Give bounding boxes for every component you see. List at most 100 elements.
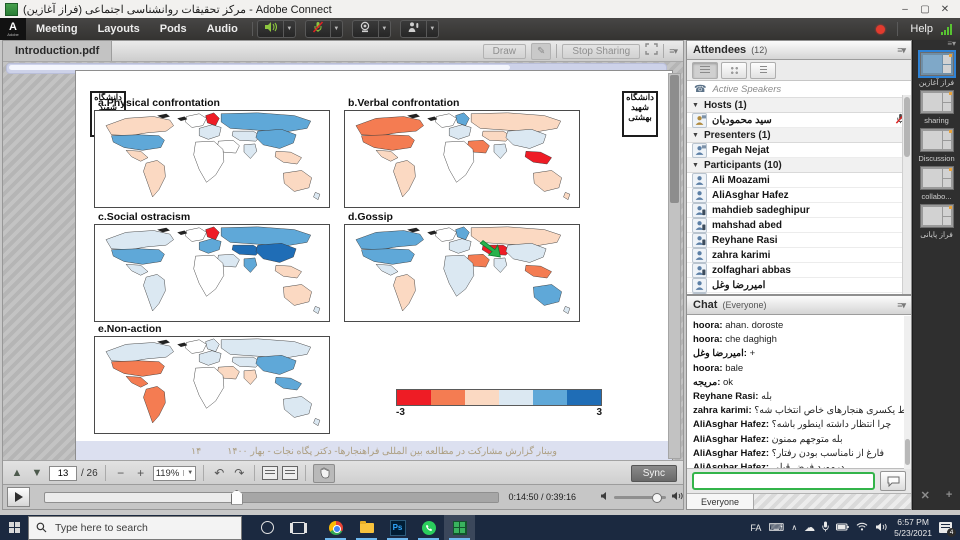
- taskbar-search[interactable]: [28, 516, 242, 540]
- chat-tab-everyone[interactable]: Everyone: [687, 494, 754, 509]
- previous-page-button[interactable]: ▲: [9, 467, 25, 479]
- speaker-tray-icon[interactable]: [875, 522, 887, 534]
- draw-button[interactable]: Draw: [483, 44, 526, 59]
- attendee-row[interactable]: Pegah Nejat: [687, 143, 911, 158]
- playback-slider[interactable]: [44, 492, 499, 503]
- status-dropdown[interactable]: ▼: [427, 20, 439, 38]
- stop-sharing-button[interactable]: Stop Sharing: [562, 44, 640, 59]
- layouts-strip-menu-icon[interactable]: ≡▾: [947, 39, 956, 48]
- attendee-row[interactable]: zahra karimi: [687, 248, 911, 263]
- fit-width-icon[interactable]: [282, 466, 298, 480]
- whatsapp-icon[interactable]: [413, 515, 444, 540]
- slide-page-number: ۱۴: [191, 446, 201, 457]
- pen-icon[interactable]: ✎: [531, 43, 551, 60]
- attendee-status-view-button[interactable]: [750, 62, 776, 79]
- attendee-row[interactable]: mahdieb sadeghipur: [687, 203, 911, 218]
- active-speakers-row[interactable]: ☎ Active Speakers: [687, 81, 911, 98]
- tray-expand-icon[interactable]: ∧: [791, 523, 797, 532]
- chat-pod-menu-icon[interactable]: ≡▾: [897, 300, 905, 311]
- send-message-button[interactable]: [880, 471, 906, 491]
- battery-icon[interactable]: [836, 523, 849, 533]
- microphone-muted-icon: [312, 20, 324, 38]
- share-pod-menu-icon[interactable]: ≡▾: [669, 46, 677, 57]
- rotate-right-icon[interactable]: ↷: [231, 466, 247, 480]
- next-page-button[interactable]: ▼: [29, 467, 45, 479]
- screen: مرکز تحقیقات روانشناسی اجتماعی (فراز آغا…: [0, 0, 960, 540]
- pan-tool-icon[interactable]: [313, 464, 335, 483]
- chrome-icon[interactable]: [320, 515, 351, 540]
- menu-meeting[interactable]: Meeting: [26, 23, 88, 35]
- attendee-row[interactable]: مریجه: [687, 293, 911, 294]
- attendee-row[interactable]: mahshad abed: [687, 218, 911, 233]
- zoom-out-button[interactable]: −: [113, 466, 129, 480]
- search-input[interactable]: [53, 521, 217, 535]
- maximize-button[interactable]: ▢: [915, 4, 935, 15]
- photoshop-icon[interactable]: Ps: [382, 515, 413, 540]
- page-number-input[interactable]: [49, 466, 77, 481]
- webcam-control[interactable]: ▼: [352, 20, 391, 38]
- volume-high-icon[interactable]: [671, 488, 683, 506]
- fullscreen-icon[interactable]: [645, 42, 658, 60]
- onedrive-icon[interactable]: ☁: [804, 521, 815, 534]
- task-view-button[interactable]: [283, 515, 314, 540]
- zoom-level-select[interactable]: 119%▼: [153, 466, 197, 481]
- adobe-connect-taskbar-icon[interactable]: [444, 515, 475, 540]
- document-tab[interactable]: Introduction.pdf: [3, 41, 112, 61]
- menu-layouts[interactable]: Layouts: [88, 23, 150, 35]
- speaker-control[interactable]: ▼: [257, 20, 296, 38]
- layout-thumbnail-item[interactable]: sharing: [917, 90, 957, 125]
- attendees-scrollbar[interactable]: [902, 95, 911, 294]
- cortana-button[interactable]: [252, 515, 283, 540]
- attendee-group-header[interactable]: ▼Presenters (1): [687, 128, 911, 143]
- speaker-dropdown[interactable]: ▼: [284, 20, 296, 38]
- play-button[interactable]: [7, 487, 30, 507]
- attendee-avatar-icon: [692, 263, 707, 278]
- attendee-group-header[interactable]: ▼Hosts (1): [687, 98, 911, 113]
- volume-low-icon[interactable]: [600, 488, 609, 506]
- file-explorer-icon[interactable]: [351, 515, 382, 540]
- share-pod: Introduction.pdf Draw ✎ Stop Sharing ≡▾ …: [2, 40, 684, 510]
- minimize-button[interactable]: –: [895, 4, 915, 15]
- attendee-list-view-button[interactable]: [692, 62, 718, 79]
- delete-layout-icon[interactable]: ✕: [921, 489, 930, 502]
- microphone-tray-icon[interactable]: [822, 521, 829, 534]
- attendee-row[interactable]: Reyhane Rasi: [687, 233, 911, 248]
- attendee-grid-view-button[interactable]: [721, 62, 747, 79]
- rotate-left-icon[interactable]: ↶: [211, 466, 227, 480]
- chat-scrollbar[interactable]: [904, 316, 911, 469]
- attendee-row[interactable]: AliAsghar Hafez: [687, 188, 911, 203]
- layout-thumbnail-item[interactable]: فراز پایانی: [917, 204, 957, 239]
- attendee-group-header[interactable]: ▼Participants (10): [687, 158, 911, 173]
- touch-keyboard-icon[interactable]: ⌨: [768, 521, 784, 534]
- sync-button[interactable]: Sync: [631, 465, 677, 482]
- action-center-icon[interactable]: 4: [939, 522, 952, 533]
- start-button[interactable]: [0, 515, 28, 540]
- microphone-control[interactable]: ▼: [305, 20, 343, 38]
- wifi-icon[interactable]: [856, 522, 868, 533]
- attendee-row[interactable]: امیررضا وغل: [687, 278, 911, 293]
- menu-audio[interactable]: Audio: [197, 23, 248, 35]
- layout-thumbnail-item[interactable]: Discussion: [917, 128, 957, 163]
- chat-message-input[interactable]: [692, 472, 875, 490]
- menu-pods[interactable]: Pods: [150, 23, 197, 35]
- attendee-row[interactable]: Ali Moazami: [687, 173, 911, 188]
- layout-thumbnail-item[interactable]: collabo...: [917, 166, 957, 201]
- zoom-in-button[interactable]: +: [133, 466, 149, 480]
- attendee-row[interactable]: zolfaghari abbas: [687, 263, 911, 278]
- attendee-row[interactable]: سید محمودیان: [687, 113, 911, 128]
- close-button[interactable]: ✕: [935, 4, 955, 15]
- fit-page-icon[interactable]: [262, 466, 278, 480]
- microphone-dropdown[interactable]: ▼: [331, 20, 343, 38]
- add-layout-icon[interactable]: +: [946, 489, 952, 502]
- webcam-dropdown[interactable]: ▼: [379, 20, 391, 38]
- connection-signal-icon[interactable]: [941, 24, 952, 35]
- language-indicator[interactable]: FA: [750, 523, 761, 533]
- help-menu[interactable]: Help: [910, 23, 933, 35]
- vertical-scrollbar[interactable]: [668, 73, 681, 459]
- volume-slider[interactable]: [614, 496, 666, 499]
- layout-thumbnail-selected[interactable]: فراز آغازین: [917, 52, 957, 87]
- university-logo-right: دانشگاه شهید بهشتی: [622, 91, 658, 137]
- status-control[interactable]: ▼: [400, 20, 439, 38]
- attendees-pod-menu-icon[interactable]: ≡▾: [897, 45, 905, 56]
- clock[interactable]: 6:57 PM 5/23/2021: [894, 517, 932, 537]
